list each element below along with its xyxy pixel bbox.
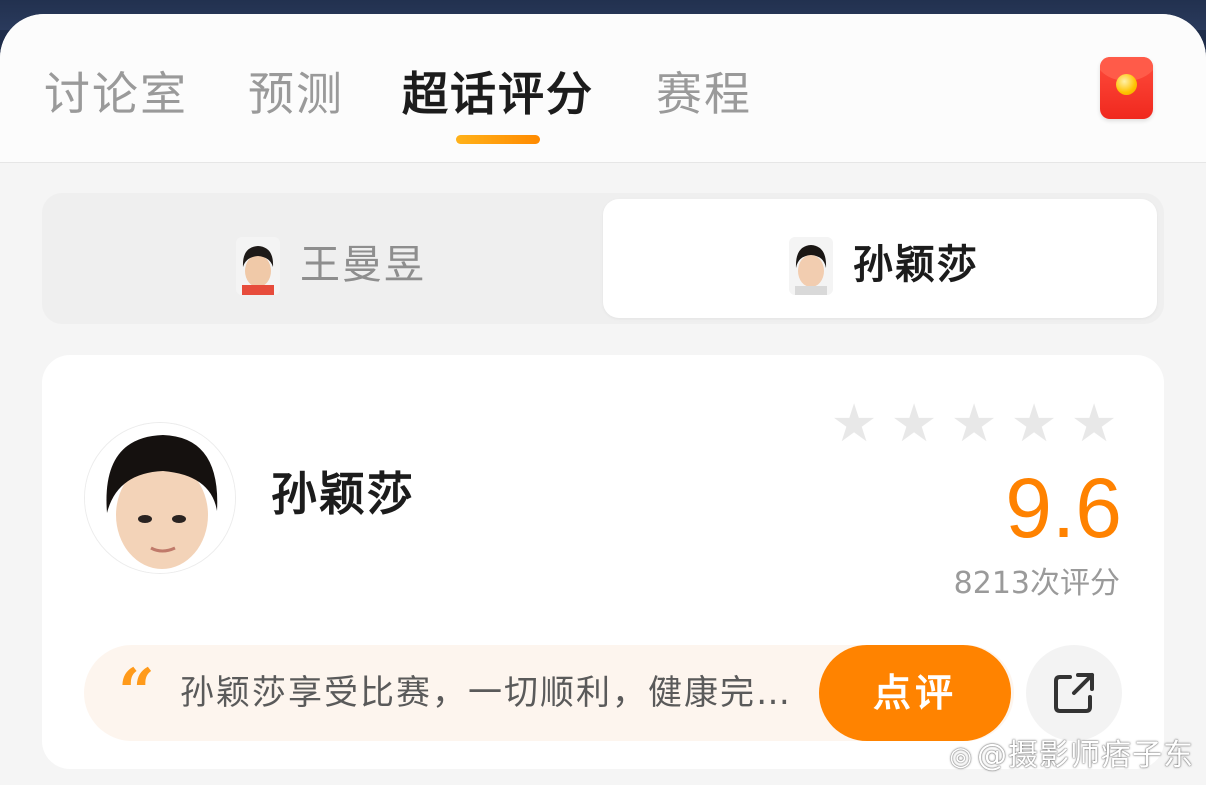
player-switch: 王曼昱 孙颖莎 bbox=[42, 193, 1164, 324]
star-rating[interactable]: ★ ★ ★ ★ ★ bbox=[826, 398, 1122, 450]
rating-card: 孙颖莎 ★ ★ ★ ★ ★ 9.6 8213次评分 “ 孙颖莎享受比赛，一切顺利… bbox=[42, 355, 1164, 769]
player-option-label: 王曼昱 bbox=[300, 242, 426, 288]
average-score: 9.6 bbox=[1005, 461, 1122, 555]
avatar bbox=[236, 237, 280, 295]
star-icon[interactable]: ★ bbox=[1006, 398, 1062, 450]
share-button[interactable] bbox=[1026, 645, 1122, 741]
tab-discussion-room[interactable]: 讨论室 bbox=[44, 66, 188, 122]
tab-schedule[interactable]: 赛程 bbox=[656, 66, 752, 122]
avatar bbox=[789, 237, 833, 295]
quote-icon: “ bbox=[118, 655, 155, 730]
star-icon[interactable]: ★ bbox=[1066, 398, 1122, 450]
tab-bar: 讨论室 预测 超话评分 赛程 bbox=[0, 14, 1206, 163]
share-icon bbox=[1054, 673, 1094, 713]
rating-panel: 讨论室 预测 超话评分 赛程 王曼昱 孙颖莎 孙颖莎 ★ ★ ★ ★ ★ 9.6… bbox=[0, 14, 1206, 785]
star-icon[interactable]: ★ bbox=[886, 398, 942, 450]
red-envelope-icon[interactable] bbox=[1100, 57, 1153, 119]
coin-icon bbox=[1116, 74, 1137, 95]
star-icon[interactable]: ★ bbox=[946, 398, 1002, 450]
watermark: ◎ @摄影师痞子东 bbox=[949, 736, 1194, 777]
star-icon[interactable]: ★ bbox=[826, 398, 882, 450]
player-option-wang-manyu[interactable]: 王曼昱 bbox=[48, 199, 602, 318]
player-avatar bbox=[84, 422, 236, 574]
top-comment-text: 孙颖莎享受比赛，一切顺利，健康完... bbox=[180, 673, 790, 713]
player-option-label: 孙颖莎 bbox=[853, 242, 979, 288]
player-name: 孙颖莎 bbox=[271, 467, 415, 521]
tab-super-topic-rating[interactable]: 超话评分 bbox=[402, 66, 594, 122]
review-button[interactable]: 点评 bbox=[819, 645, 1011, 741]
weibo-icon: ◎ bbox=[949, 742, 973, 772]
tab-prediction[interactable]: 预测 bbox=[248, 66, 344, 122]
active-tab-indicator bbox=[456, 135, 540, 144]
player-option-sun-yingsha[interactable]: 孙颖莎 bbox=[603, 199, 1157, 318]
rating-count: 8213次评分 bbox=[953, 566, 1120, 601]
